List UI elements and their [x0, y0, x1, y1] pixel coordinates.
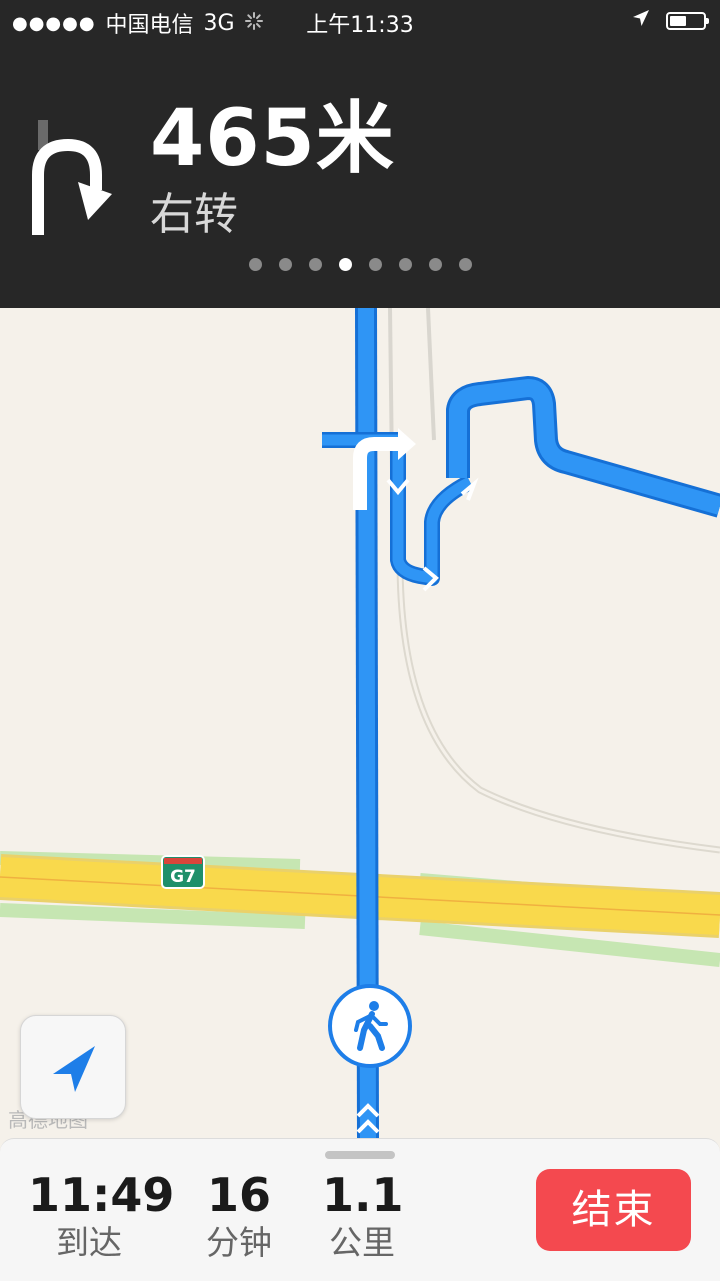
arrival-label: 到达 [56, 1223, 122, 1262]
trip-summary-panel: 11:49 到达 16 分钟 1.1 公里 结束 [0, 1138, 720, 1281]
duration-label: 分钟 [206, 1223, 272, 1262]
pager-dot[interactable] [428, 258, 442, 271]
navigation-banner[interactable]: 465米 右转 [0, 40, 720, 308]
road-label: G7 [170, 867, 196, 887]
duration-value: 16 [206, 1168, 271, 1222]
step-pager[interactable] [0, 258, 720, 271]
distance-stat: 1.1 公里 [322, 1167, 404, 1263]
arrival-stat: 11:49 到达 [28, 1167, 175, 1263]
battery-icon [666, 11, 709, 30]
pager-dot[interactable] [368, 258, 382, 271]
location-arrow-icon [632, 8, 650, 33]
status-time: 上午11:33 [306, 13, 414, 38]
next-turn-distance: 465米 [150, 94, 395, 184]
arrival-time: 11:49 [28, 1168, 175, 1222]
turn-instruction: 右转 [150, 189, 238, 240]
current-position-marker [328, 984, 412, 1068]
duration-stat: 16 分钟 [196, 1167, 282, 1263]
distance-value: 1.1 [322, 1168, 404, 1222]
status-bar: ●●●●● 中国电信 3G 上午11:33 [0, 0, 720, 40]
pager-dot[interactable] [248, 258, 262, 271]
pager-dot[interactable] [308, 258, 322, 271]
navigation-arrow-icon [53, 1046, 95, 1092]
turn-right-icon [32, 120, 112, 235]
pager-dot[interactable] [338, 258, 352, 271]
pager-dot[interactable] [278, 258, 292, 271]
locate-me-button[interactable] [20, 1015, 126, 1119]
panel-grabber[interactable] [325, 1151, 395, 1159]
walking-person-icon [354, 1001, 388, 1051]
pager-dot[interactable] [398, 258, 412, 271]
pager-dot[interactable] [458, 258, 472, 271]
distance-label: 公里 [329, 1223, 395, 1262]
end-navigation-button[interactable]: 结束 [536, 1169, 691, 1251]
